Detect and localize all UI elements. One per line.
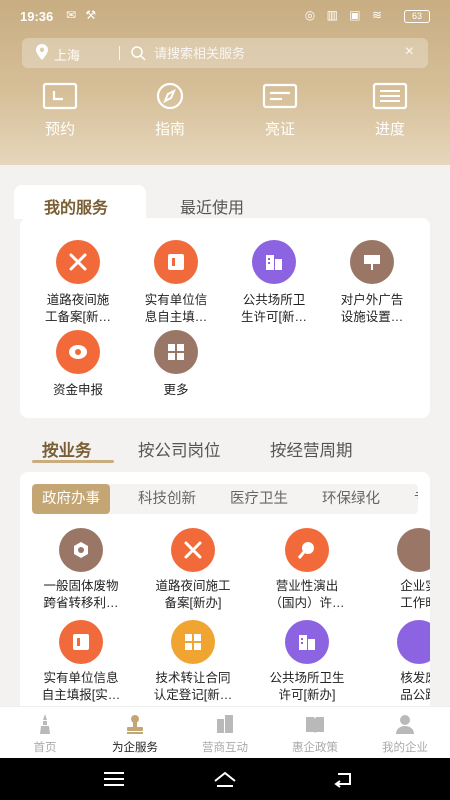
city-selector[interactable]: 上海 (54, 45, 80, 64)
form-icon (154, 240, 198, 284)
service-label: 对户外广告 设施设置… (340, 293, 404, 324)
biz-label: 实有单位信息 自主填报[实… (41, 671, 121, 702)
biz-working-hours[interactable]: 企业实 工作时 (364, 528, 430, 612)
service-road-night-construction[interactable]: 道路夜间施 工备案[新… (30, 240, 126, 326)
quick-action-label: 预约 (44, 121, 75, 138)
quick-action-appointment[interactable]: 预约 (20, 82, 100, 139)
tools-icon (56, 240, 100, 284)
service-outdoor-ad[interactable]: 对户外广告 设施设置… (324, 240, 420, 326)
pill-environment[interactable]: 环保绿化 (312, 484, 390, 514)
tab-business-interaction[interactable]: 营商互动 (180, 713, 270, 755)
service-label: 更多 (163, 383, 189, 397)
system-icons: ◎ ▥ ▣ ≋ (304, 8, 386, 22)
performance-icon (285, 528, 329, 572)
tab-my-enterprise[interactable]: 我的企业 (360, 713, 450, 755)
search-input[interactable] (154, 42, 394, 64)
user-icon (396, 715, 414, 734)
business-items-viewport: 一般固体废物 跨省转移利… 道路夜间施工 备案[新办] 营业性演出 （国内）许…… (20, 520, 430, 706)
biz-road-night[interactable]: 道路夜间施工 备案[新办] (138, 528, 248, 612)
tab-my-services[interactable]: 我的服务 (44, 194, 108, 218)
service-unit-info-report[interactable]: 实有单位信 息自主填… (128, 240, 224, 326)
quick-action-label: 进度 (374, 121, 405, 138)
billboard-icon (350, 240, 394, 284)
search-icon (131, 46, 146, 61)
biz-label: 营业性演出 （国内）许… (269, 579, 345, 610)
tab-by-cycle[interactable]: 按经营周期 (270, 437, 353, 461)
compass-icon (156, 82, 184, 110)
tools-icon (171, 528, 215, 572)
notification-icons: ✉ ⚒ (66, 8, 100, 22)
id-card-icon (262, 83, 298, 109)
service-label: 资金申报 (52, 383, 103, 397)
tab-recent[interactable]: 最近使用 (180, 194, 244, 218)
status-time: 19:36 (20, 9, 54, 24)
stamp-icon (127, 715, 143, 734)
biz-performance[interactable]: 营业性演出 （国内）许… (252, 528, 362, 612)
biz-solid-waste[interactable]: 一般固体废物 跨省转移利… (26, 528, 136, 612)
location-pin-icon (36, 44, 48, 60)
tab-underline (32, 460, 114, 463)
quick-action-label: 亮证 (264, 121, 295, 138)
service-label: 实有单位信 息自主填… (144, 293, 208, 324)
policy-book-icon (306, 717, 324, 733)
biz-label: 道路夜间施工 备案[新办] (155, 579, 231, 610)
service-label: 道路夜间施 工备案[新… (45, 293, 111, 324)
quick-action-label: 指南 (154, 121, 185, 138)
biz-label: 核发废 品公路 (400, 671, 430, 702)
system-navigation-bar (0, 758, 450, 800)
pill-more[interactable]: 专 (404, 484, 418, 514)
menu-icon[interactable] (102, 769, 126, 789)
home-icon[interactable] (213, 769, 237, 789)
tab-enterprise-service[interactable]: 为企服务 (90, 713, 180, 755)
tab-policy[interactable]: 惠企政策 (270, 713, 360, 755)
biz-label: 一般固体废物 跨省转移利… (43, 579, 119, 610)
pill-technology[interactable]: 科技创新 (128, 484, 206, 514)
tab-by-business[interactable]: 按业务 (42, 437, 92, 461)
quick-action-progress[interactable]: 进度 (350, 82, 430, 139)
building-icon (252, 240, 296, 284)
biz-unit-info[interactable]: 实有单位信息 自主填报[实… (26, 620, 136, 704)
partial-icon (397, 620, 430, 664)
grid-more-icon (171, 620, 215, 664)
building-icon (285, 620, 329, 664)
tab-label: 首页 (33, 742, 57, 754)
money-icon (56, 330, 100, 374)
biz-tech-transfer[interactable]: 技术转让合同 认定登记[新… (138, 620, 248, 704)
biz-public-hygiene[interactable]: 公共场所卫生 许可[新办] (252, 620, 362, 704)
partial-icon (397, 528, 430, 572)
quick-action-show-license[interactable]: 亮证 (240, 82, 320, 139)
tab-label: 营商互动 (202, 742, 248, 754)
tower-icon (40, 714, 50, 734)
recycle-icon (59, 528, 103, 572)
battery-icon: 63 (404, 10, 430, 23)
tab-home[interactable]: 首页 (0, 713, 90, 755)
tab-label: 为企服务 (112, 742, 158, 754)
bottom-tab-bar: 首页 为企服务 营商互动 惠企政策 我的企业 (0, 706, 450, 758)
biz-label: 技术转让合同 认定登记[新… (153, 671, 233, 702)
search-bar[interactable]: 上海 × (22, 38, 428, 68)
pill-government[interactable]: 政府办事 (32, 484, 110, 514)
biz-label: 公共场所卫生 许可[新办] (269, 671, 345, 702)
grid-more-icon (154, 330, 198, 374)
service-public-hygiene-permit[interactable]: 公共场所卫 生许可[新… (226, 240, 322, 326)
back-icon[interactable] (332, 769, 356, 789)
tab-label: 我的企业 (382, 742, 428, 754)
status-bar: 19:36 ✉ ⚒ ◎ ▥ ▣ ≋ 63 (0, 0, 450, 34)
pill-medical[interactable]: 医疗卫生 (220, 484, 298, 514)
tab-by-position[interactable]: 按公司岗位 (138, 437, 221, 461)
biz-label: 企业实 工作时 (400, 579, 430, 610)
business-filter-bar: 政府办事 科技创新 医疗卫生 环保绿化 专 (32, 484, 418, 514)
service-more[interactable]: 更多 (128, 330, 224, 399)
progress-list-icon (372, 82, 408, 110)
service-fund-declaration[interactable]: 资金申报 (30, 330, 126, 399)
service-label: 公共场所卫 生许可[新… (241, 293, 307, 324)
calendar-icon (42, 82, 78, 110)
chat-building-icon (217, 715, 233, 733)
clear-icon[interactable]: × (405, 43, 414, 61)
form-icon (59, 620, 103, 664)
quick-action-guide[interactable]: 指南 (130, 82, 210, 139)
tab-label: 惠企政策 (292, 742, 338, 754)
biz-waste-road[interactable]: 核发废 品公路 (364, 620, 430, 704)
search-divider (119, 46, 120, 60)
